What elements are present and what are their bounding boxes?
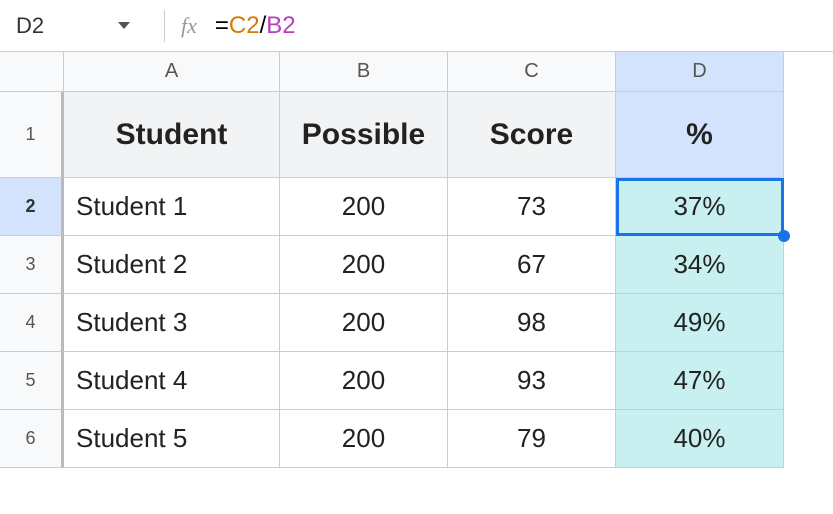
cell-a6[interactable]: Student 5 bbox=[64, 410, 280, 468]
cell-b6[interactable]: 200 bbox=[280, 410, 448, 468]
row-header-5[interactable]: 5 bbox=[0, 352, 64, 410]
cell-c2[interactable]: 73 bbox=[448, 178, 616, 236]
row-header-2[interactable]: 2 bbox=[0, 178, 64, 236]
cell-d4[interactable]: 49% bbox=[616, 294, 784, 352]
formula-eq: = bbox=[215, 12, 229, 39]
table-row: 5 Student 4 200 93 47% bbox=[0, 352, 833, 410]
cell-b5[interactable]: 200 bbox=[280, 352, 448, 410]
fx-icon: fx bbox=[181, 13, 197, 39]
table-row: 1 Student Possible Score % bbox=[0, 92, 833, 178]
cell-c6[interactable]: 79 bbox=[448, 410, 616, 468]
cell-b2[interactable]: 200 bbox=[280, 178, 448, 236]
spreadsheet-grid: A B C D 1 Student Possible Score % 2 Stu… bbox=[0, 52, 833, 468]
cell-c4[interactable]: 98 bbox=[448, 294, 616, 352]
table-row: 6 Student 5 200 79 40% bbox=[0, 410, 833, 468]
col-header-b[interactable]: B bbox=[280, 52, 448, 92]
col-header-c[interactable]: C bbox=[448, 52, 616, 92]
cell-c1[interactable]: Score bbox=[448, 92, 616, 178]
col-header-a[interactable]: A bbox=[64, 52, 280, 92]
table-row: 2 Student 1 200 73 37% bbox=[0, 178, 833, 236]
cell-c5[interactable]: 93 bbox=[448, 352, 616, 410]
cell-b4[interactable]: 200 bbox=[280, 294, 448, 352]
row-header-6[interactable]: 6 bbox=[0, 410, 64, 468]
formula-bar: D2 fx =C2/B2 bbox=[0, 0, 833, 52]
formula-ref-c2: C2 bbox=[229, 12, 260, 39]
column-headers: A B C D bbox=[0, 52, 833, 92]
cell-a1[interactable]: Student bbox=[64, 92, 280, 178]
row-header-1[interactable]: 1 bbox=[0, 92, 64, 178]
formula-ref-b2: B2 bbox=[266, 12, 295, 39]
cell-d3[interactable]: 34% bbox=[616, 236, 784, 294]
col-header-d[interactable]: D bbox=[616, 52, 784, 92]
formula-input[interactable]: =C2/B2 bbox=[215, 12, 825, 40]
name-box[interactable]: D2 bbox=[8, 13, 118, 39]
divider bbox=[164, 10, 165, 42]
cell-b1[interactable]: Possible bbox=[280, 92, 448, 178]
table-row: 3 Student 2 200 67 34% bbox=[0, 236, 833, 294]
cell-a3[interactable]: Student 2 bbox=[64, 236, 280, 294]
cell-c3[interactable]: 67 bbox=[448, 236, 616, 294]
cell-d5[interactable]: 47% bbox=[616, 352, 784, 410]
table-row: 4 Student 3 200 98 49% bbox=[0, 294, 833, 352]
cell-a5[interactable]: Student 4 bbox=[64, 352, 280, 410]
name-box-dropdown-icon[interactable] bbox=[118, 22, 130, 29]
cell-b3[interactable]: 200 bbox=[280, 236, 448, 294]
cell-d2[interactable]: 37% bbox=[616, 178, 784, 236]
select-all-corner[interactable] bbox=[0, 52, 64, 92]
cell-d1[interactable]: % bbox=[616, 92, 784, 178]
cell-d6[interactable]: 40% bbox=[616, 410, 784, 468]
fill-handle[interactable] bbox=[778, 230, 790, 242]
cell-a2[interactable]: Student 1 bbox=[64, 178, 280, 236]
row-header-4[interactable]: 4 bbox=[0, 294, 64, 352]
row-header-3[interactable]: 3 bbox=[0, 236, 64, 294]
cell-a4[interactable]: Student 3 bbox=[64, 294, 280, 352]
